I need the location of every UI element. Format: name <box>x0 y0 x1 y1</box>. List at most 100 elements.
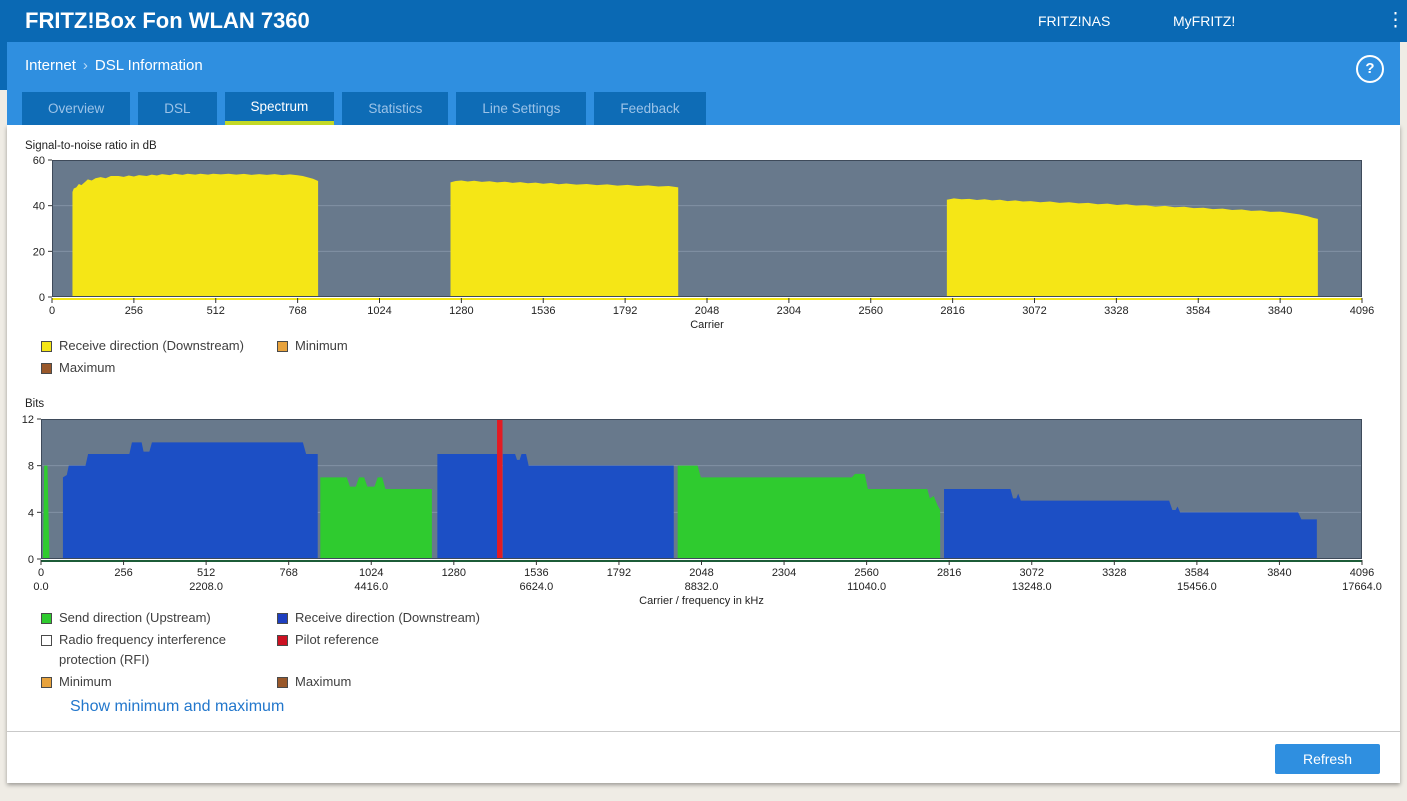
x-tick-label: 0 <box>49 305 55 317</box>
legend-item: Pilot reference <box>277 630 607 670</box>
sub-header: Internet›DSL Information ? OverviewDSL Sp… <box>7 42 1400 125</box>
app-title: FRITZ!Box Fon WLAN 7360 <box>25 0 310 42</box>
tab-bar: OverviewDSL SpectrumStatisticsLine Settin… <box>22 92 706 125</box>
snr-chart-title: Signal-to-noise ratio in dB <box>25 140 157 152</box>
x-tick-label: 2560 <box>854 567 878 579</box>
tab-line-settings[interactable]: Line Settings <box>456 92 586 125</box>
series-region <box>63 442 318 559</box>
breadcrumb-separator-icon: › <box>76 57 95 74</box>
x-tick-label: 1792 <box>607 567 631 579</box>
x-tick-label: 3328 <box>1104 305 1128 317</box>
help-icon[interactable]: ? <box>1356 55 1384 83</box>
x-tick-freq-label: 2208.0 <box>189 581 223 593</box>
myfritz-link[interactable]: MyFRITZ! <box>1173 0 1235 42</box>
x-tick-label: 768 <box>280 567 298 579</box>
x-tick-label: 1792 <box>613 305 637 317</box>
snr-legend: Receive direction (Downstream)MinimumMax… <box>41 336 607 378</box>
fritznas-link[interactable]: FRITZ!NAS <box>1038 0 1110 42</box>
x-tick-label: 3072 <box>1020 567 1044 579</box>
y-tick-label: 4 <box>28 507 34 519</box>
x-tick-label: 3840 <box>1268 305 1292 317</box>
x-axis-label: Carrier / frequency in kHz <box>639 595 764 607</box>
series-region <box>947 198 1318 297</box>
x-tick-freq-label: 15456.0 <box>1177 581 1217 593</box>
x-tick-label: 768 <box>288 305 306 317</box>
legend-swatch-icon <box>41 677 52 688</box>
legend-swatch-icon <box>277 635 288 646</box>
x-tick-freq-label: 4416.0 <box>354 581 388 593</box>
series-region <box>497 419 502 559</box>
y-tick-label: 20 <box>33 246 45 258</box>
bits-chart: 0481202565127681024128015361792204823042… <box>0 415 1407 607</box>
series-region <box>451 181 679 297</box>
x-tick-label: 256 <box>114 567 132 579</box>
x-tick-label: 1536 <box>524 567 548 579</box>
legend-swatch-icon <box>41 635 52 646</box>
menu-kebab-icon[interactable]: ⋮ <box>1386 0 1402 42</box>
legend-label: Radio frequency interference protection … <box>59 630 277 670</box>
legend-label: Maximum <box>59 358 115 378</box>
top-bar: FRITZ!Box Fon WLAN 7360 FRITZ!NAS MyFRIT… <box>0 0 1407 42</box>
x-tick-label: 3584 <box>1185 567 1209 579</box>
snr-chart: 0204060025651276810241280153617922048230… <box>0 156 1407 332</box>
legend-label: Send direction (Upstream) <box>59 608 211 628</box>
x-tick-label: 2048 <box>695 305 719 317</box>
legend-item: Radio frequency interference protection … <box>41 630 277 670</box>
x-tick-label: 2816 <box>937 567 961 579</box>
bits-chart-title: Bits <box>25 398 44 410</box>
x-tick-label: 3584 <box>1186 305 1210 317</box>
legend-item: Maximum <box>277 672 607 692</box>
y-tick-label: 8 <box>28 461 34 473</box>
legend-item: Send direction (Upstream) <box>41 608 277 628</box>
legend-swatch-icon <box>41 363 52 374</box>
x-tick-label: 3328 <box>1102 567 1126 579</box>
x-tick-label: 1280 <box>449 305 473 317</box>
tab-feedback[interactable]: Feedback <box>594 92 705 125</box>
breadcrumb-section[interactable]: Internet <box>25 57 76 74</box>
series-region <box>72 174 318 297</box>
breadcrumb: Internet›DSL Information <box>25 57 203 74</box>
legend-item: Maximum <box>41 358 277 378</box>
x-axis-label: Carrier <box>690 319 724 331</box>
x-tick-label: 2560 <box>859 305 883 317</box>
tab-dsl[interactable]: DSL <box>138 92 216 125</box>
x-tick-label: 2816 <box>940 305 964 317</box>
x-tick-freq-label: 17664.0 <box>1342 581 1382 593</box>
tab-statistics[interactable]: Statistics <box>342 92 448 125</box>
show-minmax-link[interactable]: Show minimum and maximum <box>70 698 284 716</box>
x-tick-label: 1024 <box>359 567 383 579</box>
bits-legend: Send direction (Upstream) Receive directi… <box>41 608 607 692</box>
x-tick-freq-label: 11040.0 <box>847 581 886 593</box>
y-tick-label: 0 <box>39 292 45 304</box>
legend-swatch-icon <box>277 341 288 352</box>
x-tick-label: 2048 <box>689 567 713 579</box>
x-tick-freq-label: 0.0 <box>33 581 48 593</box>
x-tick-freq-label: 13248.0 <box>1012 581 1052 593</box>
x-tick-label: 2304 <box>772 567 796 579</box>
legend-label: Minimum <box>295 336 348 356</box>
refresh-button[interactable]: Refresh <box>1275 744 1380 774</box>
y-tick-label: 12 <box>22 415 34 426</box>
x-tick-label: 512 <box>197 567 215 579</box>
legend-label: Minimum <box>59 672 112 692</box>
tab-overview[interactable]: Overview <box>22 92 130 125</box>
breadcrumb-page: DSL Information <box>95 57 203 74</box>
tab-spectrum[interactable]: Spectrum <box>225 92 335 125</box>
y-tick-label: 60 <box>33 156 45 167</box>
legend-item: Minimum <box>41 672 277 692</box>
legend-swatch-icon <box>277 677 288 688</box>
x-tick-label: 2304 <box>777 305 801 317</box>
x-tick-freq-label: 8832.0 <box>685 581 719 593</box>
x-tick-label: 4096 <box>1350 567 1374 579</box>
x-tick-label: 512 <box>207 305 225 317</box>
series-region <box>320 477 432 559</box>
x-tick-label: 3072 <box>1022 305 1046 317</box>
header-left-strip <box>0 42 7 90</box>
x-tick-label: 1280 <box>442 567 466 579</box>
x-tick-label: 1536 <box>531 305 555 317</box>
x-tick-label: 1024 <box>367 305 391 317</box>
legend-swatch-icon <box>41 341 52 352</box>
legend-item: Receive direction (Downstream) <box>277 608 607 628</box>
x-tick-label: 0 <box>38 567 44 579</box>
y-tick-label: 40 <box>33 201 45 213</box>
